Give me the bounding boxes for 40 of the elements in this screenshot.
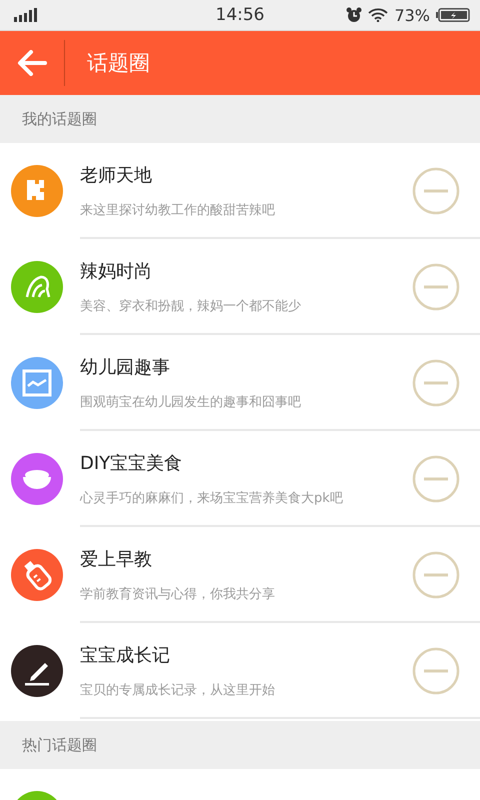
remove-button[interactable] [412,455,460,503]
topic-name: 老师天地 [80,164,153,187]
topic-row[interactable]: 老师天地 来这里探讨幼教工作的酸甜苦辣吧 [0,143,480,239]
topic-row[interactable]: 爱上早教 学前教育资讯与心得，你我共分享 [0,527,480,623]
minus-icon [412,263,460,311]
page-title: 话题圈 [87,50,150,77]
topic-row[interactable]: 宝宝成长记 宝贝的专属成长记录，从这里开始 [0,623,480,719]
wifi-icon [368,8,388,22]
topic-description: 来这里探讨幼教工作的酸甜苦辣吧 [80,202,276,219]
remove-button[interactable] [412,263,460,311]
topic-row[interactable]: 幼儿园趣事 围观萌宝在幼儿园发生的趣事和囧事吧 [0,335,480,431]
topic-row[interactable]: 辣妈时尚 美容、穿衣和扮靓，辣妈一个都不能少 [0,239,480,335]
topic-description: 学前教育资讯与心得，你我共分享 [80,586,276,603]
back-arrow-icon [17,50,47,76]
remove-button[interactable] [412,551,460,599]
section-header: 热门话题圈 [22,736,97,754]
remove-button[interactable] [412,359,460,407]
minus-icon [412,167,460,215]
battery-icon [436,8,470,22]
minus-icon [412,647,460,695]
topic-name: 爱上早教 [80,548,153,571]
minus-icon [412,551,460,599]
minus-icon [412,455,460,503]
section-header: 我的话题圈 [22,110,97,128]
minus-icon [412,359,460,407]
remove-button[interactable] [412,647,460,695]
remove-button[interactable] [412,167,460,215]
alarm-icon [346,7,362,23]
topic-row[interactable]: DIY宝宝美食 心灵手巧的麻麻们，来场宝宝营养美食大pk吧 [0,431,480,527]
topic-description: 心灵手巧的麻麻们，来场宝宝营养美食大pk吧 [80,490,344,507]
clock-time: 14:56 [214,5,266,25]
battery-percent: 73% [394,6,430,24]
topic-description: 宝贝的专属成长记录，从这里开始 [80,682,276,699]
topic-description: 围观萌宝在幼儿园发生的趣事和囧事吧 [80,394,302,411]
topic-name: 宝宝成长记 [80,644,171,667]
topic-description: 美容、穿衣和扮靓，辣妈一个都不能少 [80,298,302,315]
topic-name: 幼儿园趣事 [80,356,171,379]
topic-name: DIY宝宝美食 [80,452,184,475]
topic-name: 辣妈时尚 [80,260,153,283]
signal-icon [13,8,39,22]
